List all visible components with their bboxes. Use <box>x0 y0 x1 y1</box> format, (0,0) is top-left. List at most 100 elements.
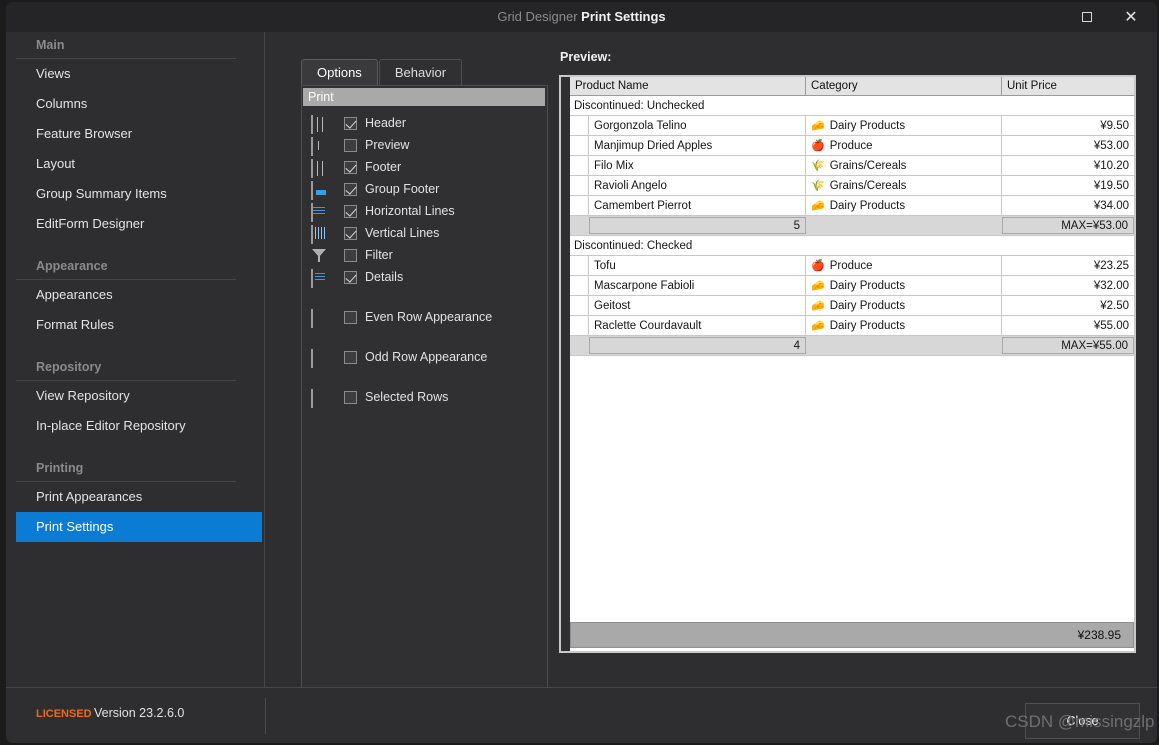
option-label: Preview <box>365 138 410 152</box>
cell-unit-price: ¥32.00 <box>1002 276 1134 295</box>
checkbox-even-row-appearance[interactable] <box>344 310 357 324</box>
row-indent <box>570 156 589 175</box>
cell-category: 🌾 Grains/Cereals <box>806 176 1002 195</box>
sidebar-item-format-rules[interactable]: Format Rules <box>6 310 264 340</box>
cheese-icon: 🧀 <box>811 318 825 332</box>
checkbox-vertical-lines[interactable] <box>344 226 357 240</box>
sidebar-item-print-appearances[interactable]: Print Appearances <box>6 482 264 512</box>
grid-details-icon <box>311 268 327 288</box>
option-row[interactable]: Header <box>302 112 547 134</box>
option-label: Details <box>365 270 404 284</box>
grid-evenrow-icon <box>311 308 327 328</box>
sidebar-item-group-summary-items[interactable]: Group Summary Items <box>6 179 264 209</box>
sidebar-item-views[interactable]: Views <box>6 59 264 89</box>
maximize-button[interactable] <box>1065 2 1109 32</box>
sidebar-item-appearances[interactable]: Appearances <box>6 280 264 310</box>
grid-header-icon <box>311 114 327 134</box>
cell-unit-price: ¥55.00 <box>1002 316 1134 335</box>
sidebar-item-editform-designer[interactable]: EditForm Designer <box>6 209 264 239</box>
tab-behavior[interactable]: Behavior <box>378 59 463 86</box>
sidebar-item-layout[interactable]: Layout <box>6 149 264 179</box>
group-header-row[interactable]: Discontinued: Checked <box>570 236 1134 256</box>
checkbox-details[interactable] <box>344 270 357 284</box>
cell-unit-price: ¥34.00 <box>1002 196 1134 215</box>
checkbox-selected-rows[interactable] <box>344 390 357 404</box>
option-row[interactable]: Even Row Appearance <box>302 306 547 328</box>
column-header[interactable]: Unit Price <box>1002 77 1134 95</box>
page-title: Print Settings <box>581 9 666 24</box>
option-row[interactable]: Details <box>302 266 547 288</box>
summary-count: 5 <box>589 217 806 234</box>
close-window-button[interactable]: ✕ <box>1109 2 1153 32</box>
option-row[interactable]: Filter <box>302 244 547 266</box>
table-row[interactable]: Manjimup Dried Apples 🍎 Produce ¥53.00 <box>570 136 1134 156</box>
option-row[interactable]: Footer <box>302 156 547 178</box>
app-name: Grid Designer <box>497 9 578 24</box>
cell-product-name: Geitost <box>589 296 806 315</box>
grain-icon: 🌾 <box>811 178 825 192</box>
preview-label: Preview: <box>560 50 612 64</box>
window-title: Grid Designer Print Settings <box>6 2 1157 32</box>
options-pane: Options Behavior Print Header Preview Foote… <box>265 32 555 689</box>
checkbox-preview[interactable] <box>344 138 357 152</box>
sidebar-item-view-repository[interactable]: View Repository <box>6 381 264 411</box>
table-row[interactable]: Gorgonzola Telino 🧀 Dairy Products ¥9.50 <box>570 116 1134 136</box>
sidebar: Main Views Columns Feature Browser Layout Gro… <box>6 32 265 687</box>
preview-frame[interactable]: Product Name Category Unit Price Discontinu… <box>559 75 1136 653</box>
grid-groupfooter-icon <box>311 180 327 200</box>
table-row[interactable]: Geitost 🧀 Dairy Products ¥2.50 <box>570 296 1134 316</box>
cell-product-name: Tofu <box>589 256 806 275</box>
option-row[interactable]: Selected Rows <box>302 386 547 408</box>
option-row[interactable]: Group Footer <box>302 178 547 200</box>
row-indent <box>570 256 589 275</box>
table-row[interactable]: Ravioli Angelo 🌾 Grains/Cereals ¥19.50 <box>570 176 1134 196</box>
summary-count: 4 <box>589 337 806 354</box>
cell-category: 🧀 Dairy Products <box>806 276 1002 295</box>
category-label: Dairy Products <box>829 319 906 332</box>
cell-product-name: Gorgonzola Telino <box>589 116 806 135</box>
row-indent <box>570 316 589 335</box>
table-row[interactable]: Mascarpone Fabioli 🧀 Dairy Products ¥32.00 <box>570 276 1134 296</box>
table-row[interactable]: Filo Mix 🌾 Grains/Cereals ¥10.20 <box>570 156 1134 176</box>
category-label: Grains/Cereals <box>829 179 907 192</box>
sidebar-item-print-settings[interactable]: Print Settings <box>16 512 262 542</box>
print-settings-dialog: Grid Designer Print Settings ✕ Main Views… <box>6 2 1157 743</box>
option-row[interactable]: Horizontal Lines <box>302 200 547 222</box>
checkbox-filter[interactable] <box>344 248 357 262</box>
summary-blank <box>806 336 1002 355</box>
row-indent <box>570 176 589 195</box>
option-row[interactable]: Odd Row Appearance <box>302 346 547 368</box>
column-header[interactable]: Category <box>806 77 1002 95</box>
table-row[interactable]: Camembert Pierrot 🧀 Dairy Products ¥34.00 <box>570 196 1134 216</box>
tab-options[interactable]: Options <box>301 59 378 86</box>
cell-unit-price: ¥53.00 <box>1002 136 1134 155</box>
summary-blank <box>806 216 1002 235</box>
checkbox-footer[interactable] <box>344 160 357 174</box>
checkbox-horizontal-lines[interactable] <box>344 204 357 218</box>
close-button[interactable]: Close <box>1025 703 1140 739</box>
dialog-footer: LICENSED Version 23.2.6.0 Close <box>6 687 1157 743</box>
cell-category: 🧀 Dairy Products <box>806 316 1002 335</box>
summary-max: MAX=¥53.00 <box>1002 217 1134 234</box>
sidebar-group-title: Appearance <box>36 259 108 273</box>
sidebar-item-in-place-editor-repository[interactable]: In-place Editor Repository <box>6 411 264 441</box>
table-row[interactable]: Raclette Courdavault 🧀 Dairy Products ¥55.0… <box>570 316 1134 336</box>
group-header-row[interactable]: Discontinued: Unchecked <box>570 96 1134 116</box>
option-row[interactable]: Vertical Lines <box>302 222 547 244</box>
grid-preview-icon <box>311 136 327 156</box>
option-row[interactable]: Preview <box>302 134 547 156</box>
option-label: Footer <box>365 160 402 174</box>
checkbox-odd-row-appearance[interactable] <box>344 350 357 364</box>
category-label: Dairy Products <box>829 299 906 312</box>
column-header[interactable]: Product Name <box>570 77 806 95</box>
table-row[interactable]: Tofu 🍎 Produce ¥23.25 <box>570 256 1134 276</box>
option-label: Even Row Appearance <box>365 310 493 324</box>
option-label: Group Footer <box>365 182 440 196</box>
cell-category: 🧀 Dairy Products <box>806 196 1002 215</box>
checkbox-header[interactable] <box>344 116 357 130</box>
cell-product-name: Filo Mix <box>589 156 806 175</box>
sidebar-item-columns[interactable]: Columns <box>6 89 264 119</box>
sidebar-item-feature-browser[interactable]: Feature Browser <box>6 119 264 149</box>
checkbox-group-footer[interactable] <box>344 182 357 196</box>
sidebar-group-title: Printing <box>36 461 84 475</box>
